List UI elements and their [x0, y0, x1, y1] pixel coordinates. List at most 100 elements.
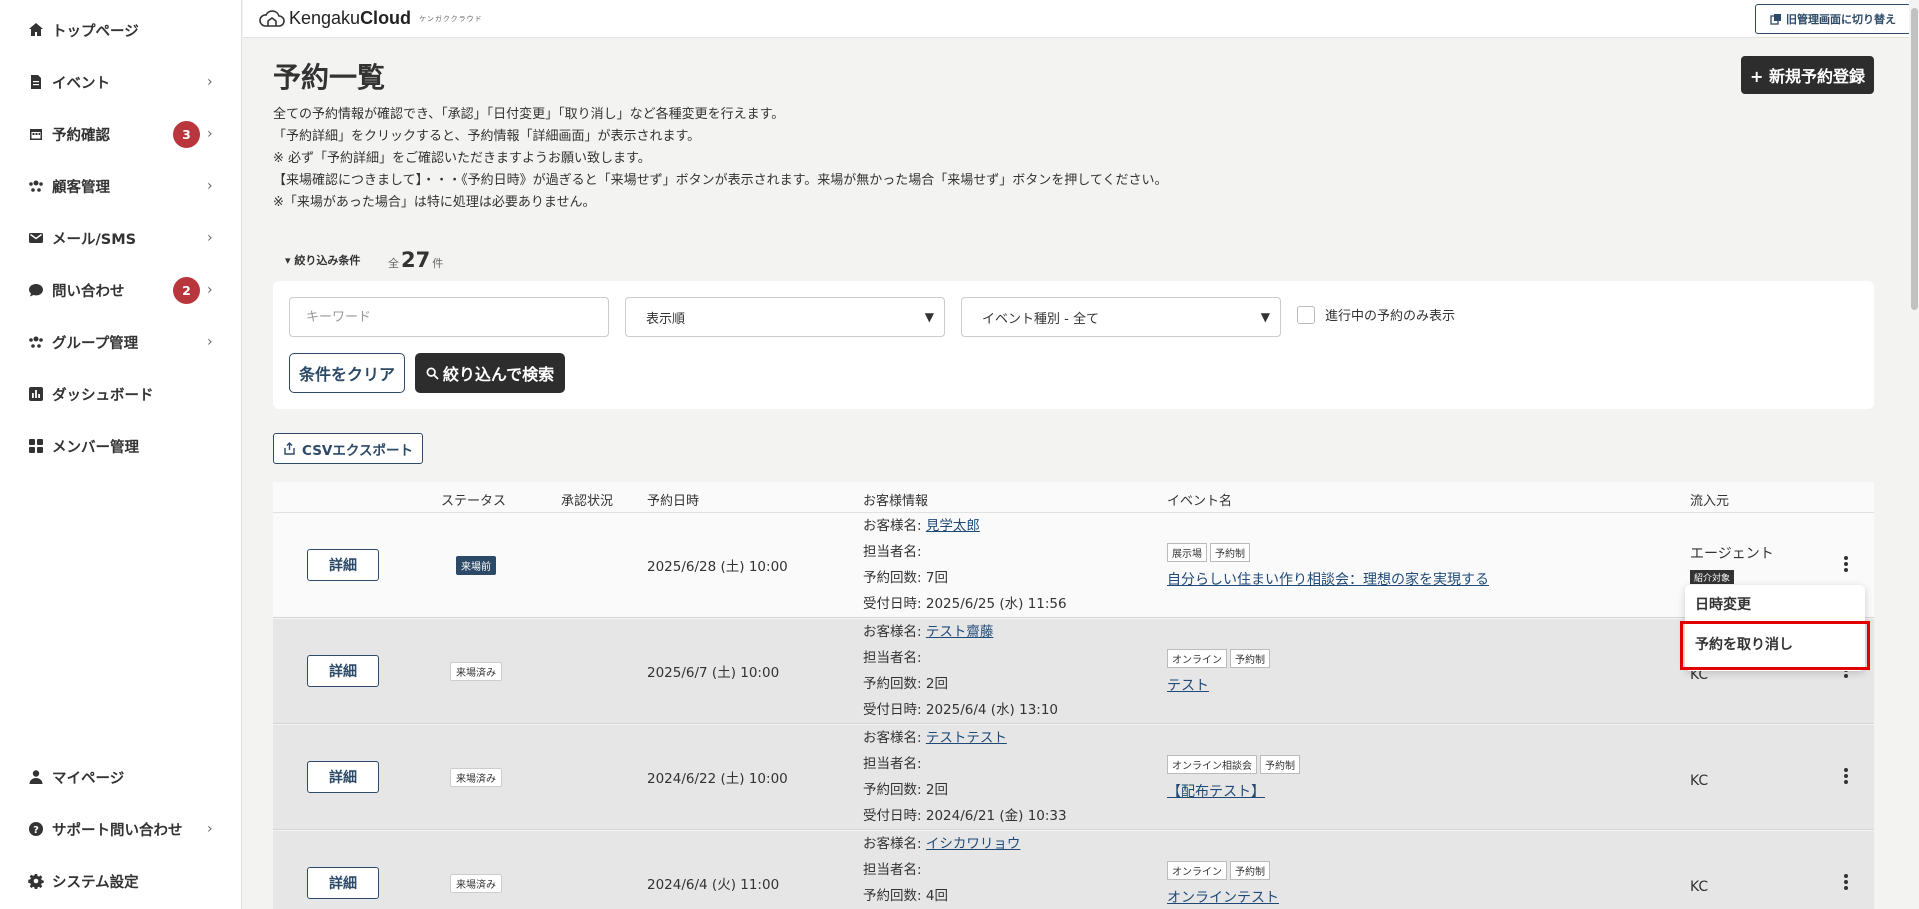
chevron-right-icon: ›: [207, 74, 213, 90]
gear-icon: [28, 873, 44, 889]
page-description: 全ての予約情報が確認でき、「承認」「日付変更」「取り消し」など各種変更を行えます…: [273, 104, 1168, 214]
event-tag: 予約制: [1260, 755, 1300, 774]
description-line: 「予約詳細」をクリックすると、予約情報「詳細画面」が表示されます。: [273, 129, 701, 144]
app-logo[interactable]: KengakuCloud ケンガククラウド: [259, 8, 483, 29]
sort-select[interactable]: 表示順 ▼: [625, 297, 945, 337]
filter-panel: 表示順 ▼ イベント種別 - 全て ▼ 進行中の予約のみ表示 条件をクリア 絞り…: [273, 281, 1874, 409]
chevron-down-icon: ▼: [924, 310, 934, 324]
sidebar-item-mypage[interactable]: マイページ: [0, 755, 242, 799]
notification-badge: 2: [173, 276, 200, 304]
home-icon: [28, 22, 44, 38]
help-icon: ?: [28, 821, 44, 837]
event-tag: オンライン: [1167, 861, 1227, 880]
sidebar-item-members[interactable]: メンバー管理: [0, 424, 242, 468]
switch-legacy-label: 旧管理画面に切り替え: [1786, 13, 1896, 26]
reservation-date: 2024/6/4 (火) 11:00: [647, 877, 780, 893]
event-tag: 予約制: [1230, 649, 1270, 668]
svg-text:?: ?: [33, 825, 39, 836]
source-badge: 紹介対象: [1690, 570, 1735, 584]
sidebar-item-top[interactable]: トップページ: [0, 8, 242, 52]
event-tags: 展示場 予約制: [1167, 543, 1253, 562]
detail-button[interactable]: 詳細: [307, 867, 379, 899]
page-title: 予約一覧: [273, 61, 386, 94]
change-date-menu-item[interactable]: 日時変更: [1685, 585, 1865, 623]
column-header: 流入元: [1690, 494, 1730, 509]
keyword-input[interactable]: [289, 297, 609, 337]
reservations-table: ステータス 承認状況 予約日時 お客様情報 イベント名 流入元 詳細 来場前 2…: [273, 482, 1874, 909]
mail-icon: [28, 230, 44, 246]
sidebar-item-events[interactable]: イベント ›: [0, 60, 242, 104]
logo-subtext: ケンガククラウド: [419, 14, 483, 23]
sidebar-item-label: 問い合わせ: [52, 283, 125, 300]
members-icon: [28, 438, 44, 454]
event-name-link[interactable]: 自分らしい住まい作り相談会：理想の家を実現する: [1167, 569, 1489, 589]
group-icon: [28, 334, 44, 350]
more-options-icon[interactable]: [1843, 767, 1849, 785]
description-line: ※ 必ず「予約詳細」をご確認いただきますようお願い致します。: [273, 151, 651, 166]
reservation-date: 2024/6/22 (土) 10:00: [647, 771, 788, 787]
event-tag: 展示場: [1167, 543, 1207, 562]
customer-info: お客様名: テスト齋藤 担当者名: 予約回数: 2回 受付日時: 2025/6/…: [863, 624, 1059, 718]
csv-export-button[interactable]: CSVエクスポート: [273, 433, 423, 464]
source-text: エージェント: [1690, 546, 1774, 562]
status-badge: 来場済み: [450, 874, 502, 893]
customers-icon: [28, 178, 44, 194]
sidebar-item-label: システム設定: [52, 874, 139, 891]
sidebar-item-customers[interactable]: 顧客管理 ›: [0, 164, 242, 208]
event-name-link[interactable]: オンラインテスト: [1167, 887, 1279, 907]
detail-button[interactable]: 詳細: [307, 549, 379, 581]
sidebar-item-groups[interactable]: グループ管理 ›: [0, 320, 242, 364]
table-row: 詳細 来場済み 2024/6/4 (火) 11:00 お客様名: イシカワリョウ…: [273, 831, 1874, 909]
column-header: ステータス: [441, 494, 507, 509]
sort-select-value: 表示順: [646, 311, 686, 327]
csv-export-label: CSVエクスポート: [302, 442, 413, 459]
chevron-down-icon: ▼: [1260, 310, 1270, 324]
scrollbar[interactable]: [1909, 0, 1919, 909]
sidebar-item-support[interactable]: ? サポート問い合わせ ›: [0, 807, 242, 851]
more-options-icon[interactable]: [1843, 873, 1849, 891]
detail-button[interactable]: 詳細: [307, 655, 379, 687]
sidebar-item-dashboard[interactable]: ダッシュボード: [0, 372, 242, 416]
cloud-icon: [259, 9, 285, 27]
sidebar-item-label: グループ管理: [52, 335, 139, 352]
sidebar-item-label: トップページ: [52, 23, 139, 40]
sidebar-item-inquiries[interactable]: 問い合わせ 2 ›: [0, 268, 242, 312]
customer-name-link[interactable]: テスト齋藤: [926, 624, 994, 640]
in-progress-checkbox[interactable]: [1297, 305, 1315, 324]
chevron-right-icon: ›: [207, 178, 213, 194]
sidebar-item-label: 顧客管理: [52, 179, 110, 196]
sidebar-item-settings[interactable]: システム設定: [0, 859, 242, 903]
table-header: ステータス 承認状況 予約日時 お客様情報 イベント名 流入元: [273, 482, 1874, 513]
scrollbar-thumb[interactable]: [1911, 8, 1918, 310]
user-icon: [28, 769, 44, 785]
chevron-right-icon: ›: [207, 334, 213, 350]
document-icon: [28, 74, 44, 90]
clear-filter-button[interactable]: 条件をクリア: [289, 353, 405, 393]
in-progress-filter[interactable]: 進行中の予約のみ表示: [1297, 305, 1455, 324]
customer-name-link[interactable]: テストテスト: [926, 730, 1007, 746]
highlight-box: [1680, 621, 1870, 670]
source-text: KC: [1690, 879, 1709, 895]
chat-icon: [28, 282, 44, 298]
logo-text: KengakuCloud: [289, 8, 412, 28]
detail-button[interactable]: 詳細: [307, 761, 379, 793]
customer-name-link[interactable]: イシカワリョウ: [926, 836, 1021, 852]
customer-name-link[interactable]: 見学太郎: [926, 518, 980, 534]
new-reservation-button[interactable]: + 新規予約登録: [1741, 56, 1874, 94]
sidebar-item-label: メール/SMS: [52, 231, 137, 248]
event-type-select[interactable]: イベント種別 - 全て ▼: [961, 297, 1281, 337]
event-name-link[interactable]: 【配布テスト】: [1167, 781, 1265, 801]
description-line: 【来場確認につきまして】・・・《予約日時》が過ぎると「来場せず」ボタンが表示され…: [273, 173, 1168, 188]
sidebar-item-mail[interactable]: メール/SMS ›: [0, 216, 242, 260]
switch-legacy-button[interactable]: 旧管理画面に切り替え: [1755, 4, 1911, 34]
more-options-icon[interactable]: [1843, 555, 1849, 573]
sidebar-item-reservations[interactable]: 予約確認 3 ›: [0, 112, 242, 156]
event-name-link[interactable]: テスト: [1167, 675, 1209, 695]
reservation-date: 2025/6/28 (土) 10:00: [647, 559, 788, 575]
event-type-select-value: イベント種別 - 全て: [982, 311, 1099, 327]
in-progress-label: 進行中の予約のみ表示: [1325, 309, 1456, 324]
column-header: イベント名: [1167, 494, 1233, 509]
event-tags: オンライン 予約制: [1167, 649, 1273, 668]
search-button[interactable]: 絞り込んで検索: [415, 353, 565, 393]
filter-toggle[interactable]: ▾ 絞り込み条件: [285, 252, 360, 268]
